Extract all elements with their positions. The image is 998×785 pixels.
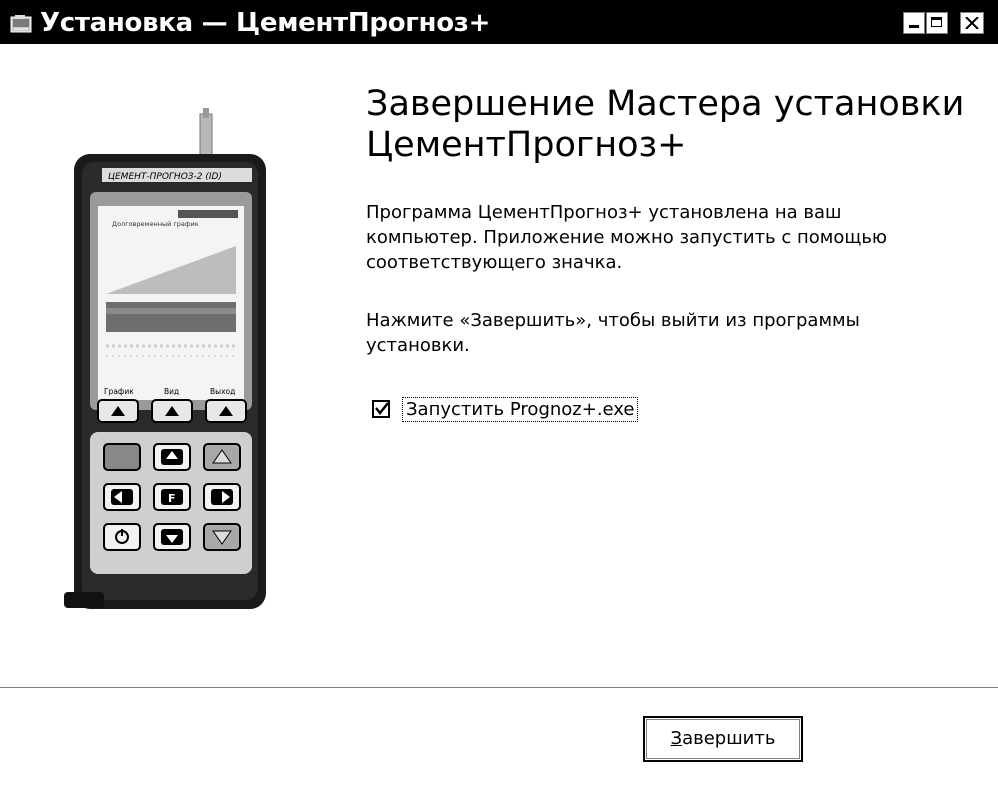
finish-button[interactable]: Завершить (643, 716, 803, 762)
softkey-label-3: Выход (210, 387, 235, 396)
finish-instruction-text: Нажмите «Завершить», чтобы выйти из прог… (366, 310, 860, 356)
finish-label: авершить (682, 728, 776, 749)
minimize-icon[interactable] (903, 12, 925, 34)
close-icon[interactable] (960, 12, 984, 34)
checkmark-icon (375, 402, 389, 416)
softkey-label-2: Вид (164, 387, 179, 396)
device-brand: ЦЕМЕНТ-ПРОГНОЗ-2 (ID) (108, 172, 222, 182)
run-program-checkbox[interactable] (372, 400, 390, 418)
run-program-option[interactable]: Запустить Prognoz+.exe (372, 396, 639, 422)
title-bar: Установка — ЦементПрогноз+ (0, 0, 998, 44)
finish-accelerator: З (670, 728, 683, 749)
device-screen-title: Долговременный график (112, 220, 199, 228)
window-title: Установка — ЦементПрогноз+ (40, 8, 491, 38)
svg-text:F: F (168, 492, 176, 505)
installer-icon (10, 14, 32, 34)
device-illustration: ЦЕМЕНТ-ПРОГНОЗ-2 (ID) Долговременный гра… (60, 96, 280, 636)
page-heading: Завершение Мастера установки ЦементПрогн… (366, 84, 965, 165)
run-program-label[interactable]: Запустить Prognoz+.exe (402, 396, 639, 422)
maximize-icon[interactable] (926, 12, 948, 34)
footer-separator (0, 687, 998, 689)
softkey-label-1: График (104, 387, 134, 396)
install-complete-text: Программа ЦементПрогноз+ установлена на … (366, 202, 888, 273)
